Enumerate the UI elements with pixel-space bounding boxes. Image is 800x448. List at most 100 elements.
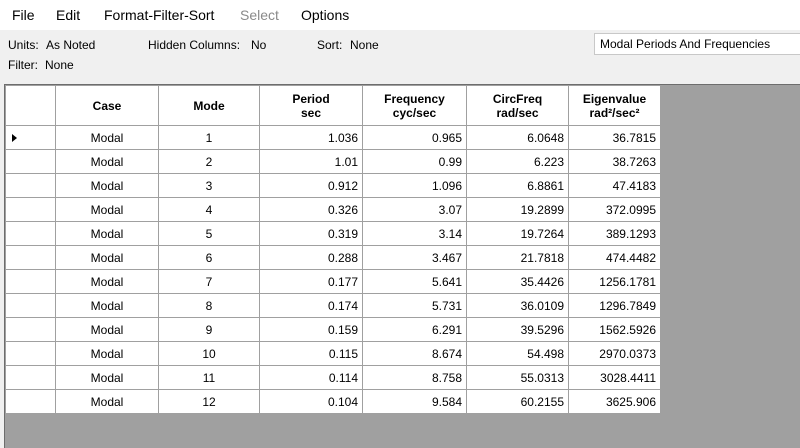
row-selector[interactable]	[5, 341, 56, 366]
cell-period[interactable]: 0.326	[259, 197, 363, 222]
cell-frequency[interactable]: 0.965	[362, 125, 467, 150]
column-header-case[interactable]: Case	[55, 85, 159, 126]
table-row[interactable]: Modal 12 0.104 9.584 60.2155 3625.906	[5, 389, 661, 414]
cell-circfreq[interactable]: 39.5296	[466, 317, 569, 342]
cell-mode[interactable]: 9	[158, 317, 260, 342]
table-row[interactable]: Modal 10 0.115 8.674 54.498 2970.0373	[5, 341, 661, 366]
cell-case[interactable]: Modal	[55, 389, 159, 414]
row-selector[interactable]	[5, 269, 56, 294]
menu-file[interactable]: File	[12, 6, 35, 24]
table-row[interactable]: Modal 7 0.177 5.641 35.4426 1256.1781	[5, 269, 661, 294]
cell-mode[interactable]: 6	[158, 245, 260, 270]
cell-frequency[interactable]: 9.584	[362, 389, 467, 414]
cell-circfreq[interactable]: 36.0109	[466, 293, 569, 318]
cell-eigenvalue[interactable]: 1296.7849	[568, 293, 661, 318]
cell-eigenvalue[interactable]: 38.7263	[568, 149, 661, 174]
cell-mode[interactable]: 1	[158, 125, 260, 150]
cell-eigenvalue[interactable]: 1562.5926	[568, 317, 661, 342]
cell-circfreq[interactable]: 35.4426	[466, 269, 569, 294]
cell-eigenvalue[interactable]: 36.7815	[568, 125, 661, 150]
cell-case[interactable]: Modal	[55, 125, 159, 150]
cell-period[interactable]: 0.114	[259, 365, 363, 390]
column-header-circfreq[interactable]: CircFreq rad/sec	[466, 85, 569, 126]
cell-case[interactable]: Modal	[55, 341, 159, 366]
cell-period[interactable]: 0.174	[259, 293, 363, 318]
cell-mode[interactable]: 10	[158, 341, 260, 366]
cell-circfreq[interactable]: 6.8861	[466, 173, 569, 198]
table-row[interactable]: Modal 9 0.159 6.291 39.5296 1562.5926	[5, 317, 661, 342]
cell-period[interactable]: 1.01	[259, 149, 363, 174]
hidden-columns-value[interactable]: No	[251, 38, 266, 52]
cell-mode[interactable]: 8	[158, 293, 260, 318]
cell-circfreq[interactable]: 60.2155	[466, 389, 569, 414]
cell-circfreq[interactable]: 21.7818	[466, 245, 569, 270]
cell-eigenvalue[interactable]: 1256.1781	[568, 269, 661, 294]
table-row[interactable]: Modal 1 1.036 0.965 6.0648 36.7815	[5, 125, 661, 150]
row-selector-header[interactable]	[5, 85, 56, 126]
cell-eigenvalue[interactable]: 47.4183	[568, 173, 661, 198]
table-row[interactable]: Modal 6 0.288 3.467 21.7818 474.4482	[5, 245, 661, 270]
row-selector[interactable]	[5, 245, 56, 270]
column-header-frequency[interactable]: Frequency cyc/sec	[362, 85, 467, 126]
cell-period[interactable]: 1.036	[259, 125, 363, 150]
cell-circfreq[interactable]: 55.0313	[466, 365, 569, 390]
sort-value[interactable]: None	[350, 38, 379, 52]
cell-eigenvalue[interactable]: 3625.906	[568, 389, 661, 414]
cell-frequency[interactable]: 3.07	[362, 197, 467, 222]
cell-period[interactable]: 0.288	[259, 245, 363, 270]
cell-mode[interactable]: 2	[158, 149, 260, 174]
cell-eigenvalue[interactable]: 474.4482	[568, 245, 661, 270]
cell-case[interactable]: Modal	[55, 173, 159, 198]
cell-frequency[interactable]: 3.467	[362, 245, 467, 270]
cell-circfreq[interactable]: 6.223	[466, 149, 569, 174]
cell-eigenvalue[interactable]: 3028.4411	[568, 365, 661, 390]
filter-value[interactable]: None	[45, 58, 74, 72]
cell-frequency[interactable]: 0.99	[362, 149, 467, 174]
cell-frequency[interactable]: 1.096	[362, 173, 467, 198]
cell-circfreq[interactable]: 6.0648	[466, 125, 569, 150]
menu-options[interactable]: Options	[301, 6, 349, 24]
column-header-eigenvalue[interactable]: Eigenvalue rad²/sec²	[568, 85, 661, 126]
menu-edit[interactable]: Edit	[56, 6, 80, 24]
cell-eigenvalue[interactable]: 2970.0373	[568, 341, 661, 366]
cell-period[interactable]: 0.115	[259, 341, 363, 366]
row-selector[interactable]	[5, 125, 56, 150]
cell-frequency[interactable]: 5.731	[362, 293, 467, 318]
row-selector[interactable]	[5, 221, 56, 246]
table-row[interactable]: Modal 3 0.912 1.096 6.8861 47.4183	[5, 173, 661, 198]
cell-mode[interactable]: 5	[158, 221, 260, 246]
cell-mode[interactable]: 11	[158, 365, 260, 390]
row-selector[interactable]	[5, 149, 56, 174]
cell-period[interactable]: 0.177	[259, 269, 363, 294]
cell-circfreq[interactable]: 19.7264	[466, 221, 569, 246]
cell-period[interactable]: 0.319	[259, 221, 363, 246]
cell-case[interactable]: Modal	[55, 221, 159, 246]
row-selector[interactable]	[5, 389, 56, 414]
row-selector[interactable]	[5, 173, 56, 198]
table-row[interactable]: Modal 8 0.174 5.731 36.0109 1296.7849	[5, 293, 661, 318]
cell-case[interactable]: Modal	[55, 149, 159, 174]
cell-frequency[interactable]: 8.758	[362, 365, 467, 390]
column-header-mode[interactable]: Mode	[158, 85, 260, 126]
row-selector[interactable]	[5, 197, 56, 222]
units-value[interactable]: As Noted	[46, 38, 95, 52]
cell-case[interactable]: Modal	[55, 365, 159, 390]
cell-frequency[interactable]: 5.641	[362, 269, 467, 294]
cell-frequency[interactable]: 6.291	[362, 317, 467, 342]
cell-frequency[interactable]: 8.674	[362, 341, 467, 366]
cell-case[interactable]: Modal	[55, 293, 159, 318]
cell-eigenvalue[interactable]: 372.0995	[568, 197, 661, 222]
cell-frequency[interactable]: 3.14	[362, 221, 467, 246]
cell-case[interactable]: Modal	[55, 245, 159, 270]
cell-case[interactable]: Modal	[55, 197, 159, 222]
table-row[interactable]: Modal 11 0.114 8.758 55.0313 3028.4411	[5, 365, 661, 390]
cell-mode[interactable]: 7	[158, 269, 260, 294]
table-row[interactable]: Modal 5 0.319 3.14 19.7264 389.1293	[5, 221, 661, 246]
table-row[interactable]: Modal 4 0.326 3.07 19.2899 372.0995	[5, 197, 661, 222]
cell-mode[interactable]: 3	[158, 173, 260, 198]
cell-mode[interactable]: 4	[158, 197, 260, 222]
row-selector[interactable]	[5, 317, 56, 342]
cell-period[interactable]: 0.912	[259, 173, 363, 198]
cell-case[interactable]: Modal	[55, 269, 159, 294]
table-row[interactable]: Modal 2 1.01 0.99 6.223 38.7263	[5, 149, 661, 174]
